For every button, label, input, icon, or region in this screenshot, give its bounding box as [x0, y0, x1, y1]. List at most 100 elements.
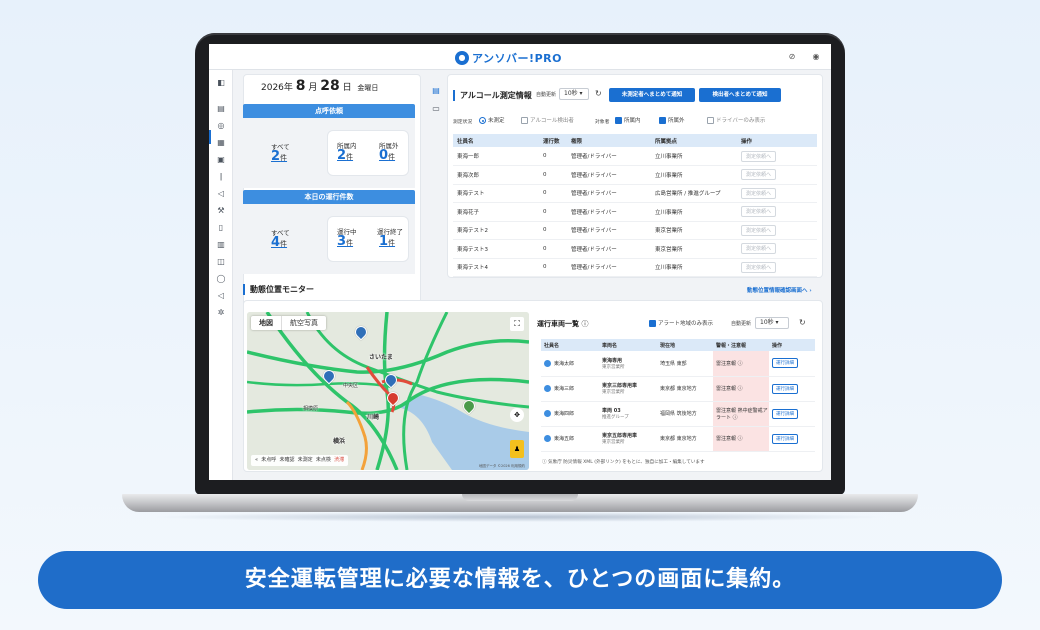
roll-call-inside-unit: 件: [346, 153, 354, 161]
action-cell: 測定依頼へ: [737, 147, 817, 166]
date-day-unit: 日: [342, 83, 352, 93]
alcohol-table-row: 東海テスト4 0 管理者/ドライバー 立川事業所 測定依頼へ: [453, 258, 817, 277]
monitor-detail-link[interactable]: 動態位置情報確認画面へ ›: [747, 286, 812, 294]
vehicle-map[interactable]: 地図 航空写真 ⛶ ✥ ♟ さいたま 川崎 横浜 相模原 中央区 « 未点呼 未…: [247, 312, 529, 470]
info-icon[interactable]: ⓘ: [581, 320, 588, 328]
request-measurement-button[interactable]: 測定依頼へ: [741, 169, 777, 181]
map-roads: [247, 312, 529, 470]
trips-done-count[interactable]: 1件: [379, 234, 395, 249]
date-day: 28: [320, 78, 340, 94]
user-account-icon[interactable]: ◉: [811, 52, 821, 62]
roll-call-outside-count[interactable]: 0件: [379, 148, 395, 163]
report-icon[interactable]: ▥: [216, 240, 226, 250]
role: 管理者/ドライバー: [567, 221, 651, 240]
trips-all-count[interactable]: 4件: [271, 235, 287, 250]
veh-col-location: 現在地: [657, 339, 713, 351]
map-label-saitama: さいたま: [369, 354, 393, 361]
id-card-icon[interactable]: ▭: [431, 104, 441, 114]
document-icon[interactable]: ▣: [216, 155, 226, 165]
alert-info-icon[interactable]: ⓘ: [738, 361, 743, 367]
logo-text: アンソバー!PRO: [472, 52, 562, 65]
trip-detail-button[interactable]: 運行詳細: [772, 383, 798, 394]
roll-call-all-unit: 件: [280, 154, 288, 162]
employee-name: 東海テスト3: [453, 239, 539, 259]
nav-active-indicator: [209, 130, 211, 144]
legend-uninspected: 未点検: [315, 457, 331, 463]
alcohol-refresh-icon[interactable]: ↻: [595, 89, 602, 98]
filter-inside-text: 所属内: [624, 118, 641, 124]
request-measurement-button[interactable]: 測定依頼へ: [741, 150, 777, 162]
current-location: 東京都 東京地方: [657, 376, 713, 402]
request-measurement-button[interactable]: 測定依頼へ: [741, 243, 777, 255]
notify-unmeasured-button[interactable]: 未測定者へまとめて通知: [609, 88, 695, 102]
filter-driver-only-checkbox[interactable]: ドライバーのみ表示: [707, 116, 765, 124]
weather-alert-text: 雷注意報: [716, 360, 737, 367]
vehicles-refresh-select[interactable]: 10秒 ▾: [755, 317, 789, 329]
file-icon[interactable]: ▯: [216, 223, 226, 233]
trips-done-unit: 件: [388, 239, 396, 247]
check-driver-only-icon: [707, 117, 714, 124]
trips-running-count[interactable]: 3件: [337, 234, 353, 249]
dashboard-icon[interactable]: ▤: [216, 104, 226, 114]
date-month: 8: [295, 78, 306, 94]
vehicles-refresh-icon[interactable]: ↻: [799, 318, 806, 327]
vehicle-action-cell: 運行詳細: [769, 351, 815, 377]
filter-detected-radio[interactable]: アルコール検出者: [521, 116, 574, 124]
legend-collapse-icon[interactable]: «: [255, 457, 258, 463]
role: 管理者/ドライバー: [567, 184, 651, 203]
filter-outside-checkbox[interactable]: 所属外: [659, 116, 685, 124]
roll-call-inside-count[interactable]: 2件: [337, 148, 353, 163]
wrench-icon[interactable]: ⚒: [216, 206, 226, 216]
map-pan-control-icon[interactable]: ✥: [510, 408, 524, 422]
base: 東京営業所: [651, 221, 737, 240]
filter-inside-checkbox[interactable]: 所属内: [615, 116, 641, 124]
car-icon: [544, 435, 551, 442]
vehicle-cell: 東海専用 東京営業所: [599, 351, 657, 377]
notify-detected-button[interactable]: 検出者へまとめて通知: [699, 88, 781, 102]
trip-count: 0: [539, 184, 567, 203]
collapse-sidebar-icon[interactable]: ◧: [216, 78, 226, 88]
vehicle-base: 東京営業所: [602, 390, 625, 395]
col-trips: 運行数: [539, 134, 567, 147]
settings-gear-icon[interactable]: ✲: [216, 308, 226, 318]
col-action: 操作: [737, 134, 817, 147]
role: 管理者/ドライバー: [567, 165, 651, 185]
role: 管理者/ドライバー: [567, 258, 651, 277]
alcohol-refresh-select[interactable]: 10秒 ▾: [559, 88, 589, 100]
laptop-shadow: [150, 512, 890, 522]
filter-unmeasured-radio[interactable]: 未測定: [479, 116, 505, 124]
legend-roll-call: 未点呼: [261, 457, 277, 463]
weather-alert: 雷注意報 ⓘ: [713, 351, 769, 377]
request-measurement-button[interactable]: 測定依頼へ: [741, 206, 777, 218]
role: 管理者/ドライバー: [567, 147, 651, 166]
request-measurement-button[interactable]: 測定依頼へ: [741, 187, 777, 199]
trip-detail-button[interactable]: 運行詳細: [772, 408, 798, 419]
person-icon[interactable]: ◯: [216, 274, 226, 284]
list-view-icon[interactable]: ▤: [431, 86, 441, 96]
vehicle-table-row: 東海五郎 東京五郎専用車 東京営業所 東京都 東京地方 雷注意報 ⓘ 運行詳細: [541, 426, 815, 452]
fullscreen-icon[interactable]: ⛶: [510, 317, 524, 331]
location-icon[interactable]: ◎: [216, 121, 226, 131]
roll-call-all-count[interactable]: 2件: [271, 149, 287, 164]
alcohol-table-row: 東海テスト 0 管理者/ドライバー 広島営業所 / 推進グループ 測定依頼へ: [453, 184, 817, 203]
app-logo[interactable]: ● アンソバー!PRO: [455, 50, 562, 66]
request-measurement-button[interactable]: 測定依頼へ: [741, 224, 777, 236]
trip-detail-button[interactable]: 運行詳細: [772, 358, 798, 369]
alert-info-icon[interactable]: ⓘ: [738, 386, 743, 392]
alert-only-checkbox[interactable]: アラート地域のみ表示: [649, 319, 713, 327]
notification-off-icon[interactable]: ⊘: [787, 52, 797, 62]
calendar-icon[interactable]: ▦: [216, 138, 226, 148]
alcohol-table-header: 社員名 運行数 権限 所属拠点 操作: [453, 134, 817, 147]
alert-info-icon[interactable]: ⓘ: [733, 415, 738, 421]
thermometer-icon[interactable]: ǀ: [216, 172, 226, 182]
street-view-icon[interactable]: ♟: [510, 440, 524, 458]
map-tab-map[interactable]: 地図: [251, 316, 282, 330]
trips-running-unit: 件: [346, 239, 354, 247]
map-tab-aerial[interactable]: 航空写真: [282, 316, 326, 330]
request-measurement-button[interactable]: 測定依頼へ: [741, 261, 777, 273]
alert-info-icon[interactable]: ⓘ: [738, 436, 743, 442]
announce-icon[interactable]: ◁: [216, 291, 226, 301]
trip-detail-button[interactable]: 運行詳細: [772, 433, 798, 444]
vehicle-icon[interactable]: ◫: [216, 257, 226, 267]
megaphone-icon[interactable]: ◁: [216, 189, 226, 199]
